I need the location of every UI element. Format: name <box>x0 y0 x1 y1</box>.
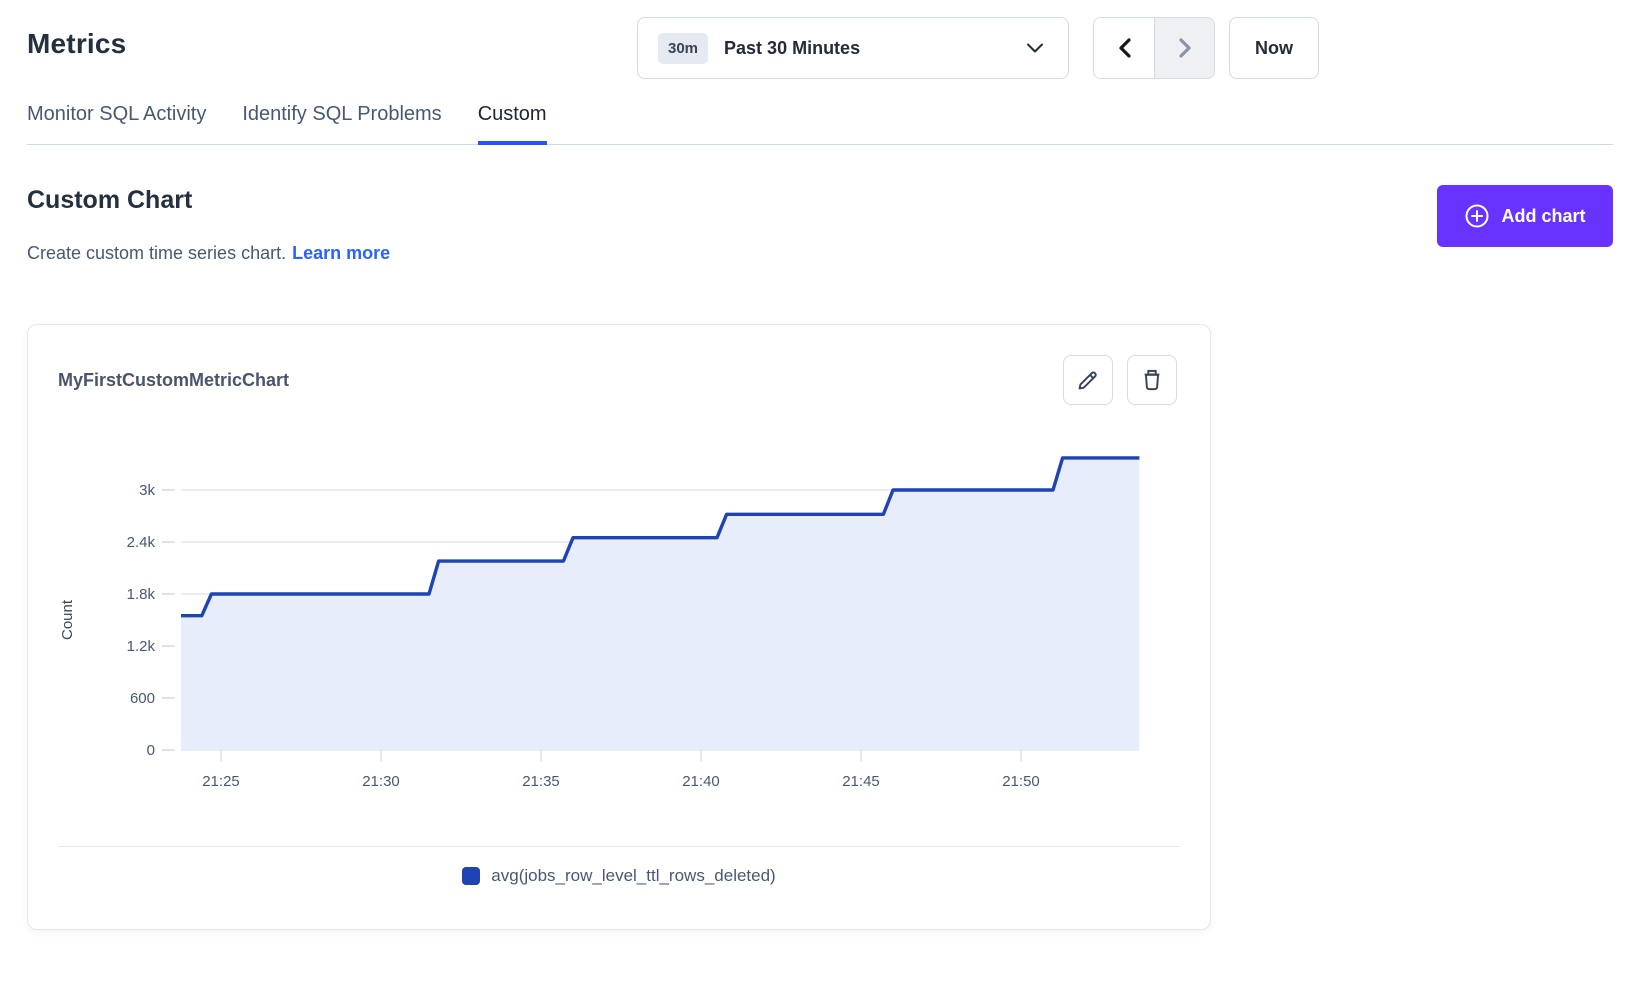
page-title: Metrics <box>27 28 126 60</box>
tab-custom[interactable]: Custom <box>478 103 547 144</box>
pencil-icon <box>1075 367 1101 393</box>
edit-chart-button[interactable] <box>1063 355 1113 405</box>
x-axis-tick-label: 21:40 <box>682 773 720 790</box>
time-range-label: Past 30 Minutes <box>724 38 1018 59</box>
y-axis-tick-label: 600 <box>130 690 155 707</box>
series-area <box>181 458 1139 750</box>
chevron-right-icon <box>1176 36 1194 60</box>
y-axis-title: Count <box>59 599 76 640</box>
x-axis-tick-label: 21:35 <box>522 773 560 790</box>
section-description: Create custom time series chart. Learn mo… <box>27 243 390 264</box>
time-back-button[interactable] <box>1094 18 1154 78</box>
time-step-controls <box>1093 17 1215 79</box>
delete-chart-button[interactable] <box>1127 355 1177 405</box>
tab-identify-sql-problems[interactable]: Identify SQL Problems <box>242 103 441 144</box>
section-title: Custom Chart <box>27 186 192 215</box>
y-axis-tick-label: 2.4k <box>127 534 156 551</box>
chevron-left-icon <box>1115 36 1133 60</box>
tab-monitor-sql-activity[interactable]: Monitor SQL Activity <box>27 103 206 144</box>
trash-icon <box>1139 367 1165 393</box>
learn-more-link[interactable]: Learn more <box>292 243 390 263</box>
time-forward-button[interactable] <box>1154 18 1214 78</box>
custom-chart-canvas: 0 600 1.2k 1.8k 2.4k 3k 21:25 21:30 21:35 21:40 21… <box>58 419 1182 799</box>
y-axis-tick-label: 0 <box>147 742 155 759</box>
chart-card-header: MyFirstCustomMetricChart <box>28 355 1210 405</box>
chart-legend: avg(jobs_row_level_ttl_rows_deleted) <box>28 866 1210 886</box>
x-axis-tick-label: 21:25 <box>202 773 240 790</box>
now-button[interactable]: Now <box>1229 17 1319 79</box>
legend-divider <box>58 846 1180 847</box>
x-axis-tick-label: 21:50 <box>1002 773 1040 790</box>
y-axis-tick-label: 1.8k <box>127 586 156 603</box>
legend-label: avg(jobs_row_level_ttl_rows_deleted) <box>491 866 775 886</box>
time-range-badge: 30m <box>658 33 708 64</box>
time-controls: 30m Past 30 Minutes Now <box>637 17 1319 79</box>
chart-actions <box>1063 355 1177 405</box>
legend-swatch <box>462 867 480 885</box>
metrics-page: Metrics 30m Past 30 Minutes Now Monitor <box>0 0 1650 982</box>
plus-circle-icon <box>1464 203 1490 229</box>
add-chart-label: Add chart <box>1501 206 1585 227</box>
x-axis-tick-label: 21:30 <box>362 773 400 790</box>
x-axis-tick-label: 21:45 <box>842 773 880 790</box>
y-axis-tick-label: 1.2k <box>127 638 156 655</box>
add-chart-button[interactable]: Add chart <box>1437 185 1613 247</box>
y-axis-tick-label: 3k <box>139 482 155 499</box>
chevron-down-icon <box>1026 42 1044 54</box>
tab-bar: Monitor SQL Activity Identify SQL Proble… <box>27 103 1613 145</box>
time-range-dropdown[interactable]: 30m Past 30 Minutes <box>637 17 1069 79</box>
description-text: Create custom time series chart. <box>27 243 286 263</box>
custom-chart-card: MyFirstCustomMetricChart 06001. <box>27 324 1211 930</box>
chart-title: MyFirstCustomMetricChart <box>58 370 289 391</box>
